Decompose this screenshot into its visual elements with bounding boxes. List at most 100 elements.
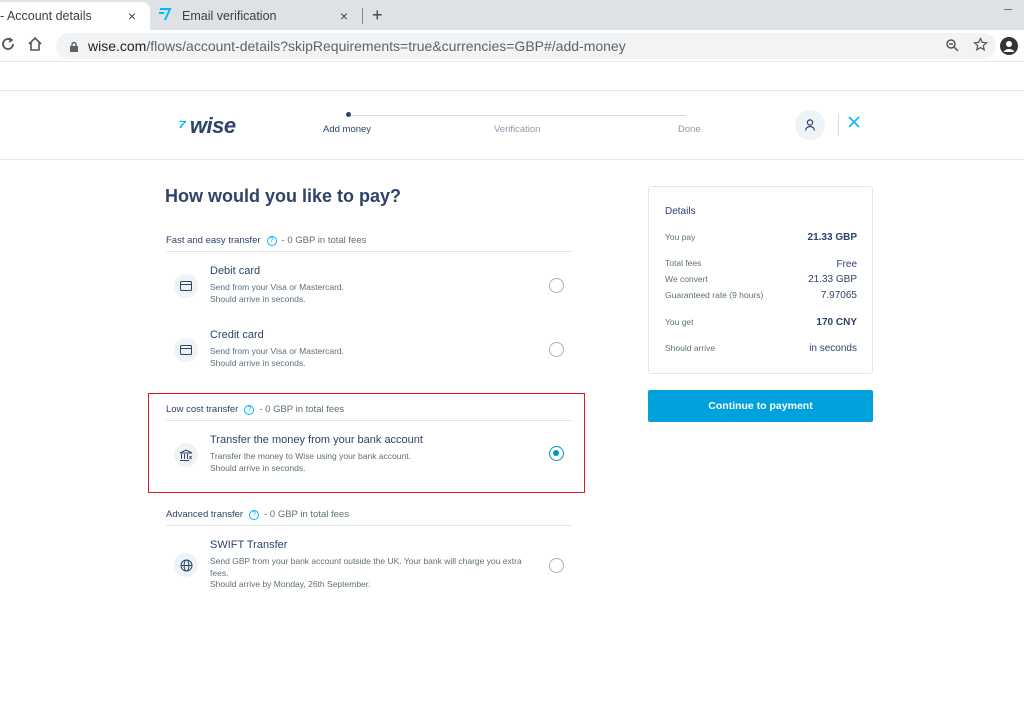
zoom-icon[interactable]	[945, 38, 959, 55]
option-description: Send from your Visa or Mastercard. Should…	[210, 282, 540, 305]
logo-text: wise	[189, 113, 236, 138]
detail-value: 170 CNY	[816, 317, 857, 328]
option-desc-line: Send GBP from your bank account outside …	[210, 556, 522, 578]
detail-label: We convert	[665, 274, 708, 284]
minimize-button[interactable]: –	[1004, 0, 1012, 16]
option-swift-transfer[interactable]: SWIFT Transfer Send GBP from your bank a…	[166, 536, 572, 598]
browser-tab-bar: - Account details × Email verification ×…	[0, 0, 1024, 30]
divider	[166, 420, 572, 421]
globe-icon	[174, 553, 198, 577]
option-desc-line: Send from your Visa or Mastercard.	[210, 282, 345, 292]
reload-icon[interactable]	[0, 36, 16, 57]
section-header-fast: Fast and easy transfer ? - 0 GBP in tota…	[166, 235, 366, 246]
tab-email-verification[interactable]: Email verification ×	[150, 2, 362, 30]
option-desc-line: Send from your Visa or Mastercard.	[210, 346, 345, 356]
browser-toolbar: wise.com/flows/account-details?skipRequi…	[0, 30, 1024, 62]
bank-icon	[174, 443, 198, 467]
detail-row-rate: Guaranteed rate (9 hours) 7.97065	[665, 290, 857, 301]
radio-debit-card[interactable]	[549, 278, 564, 293]
page-title: How would you like to pay?	[165, 186, 402, 206]
divider	[166, 251, 572, 252]
url-text: wise.com/flows/account-details?skipRequi…	[88, 38, 626, 54]
detail-value: Free	[836, 259, 857, 270]
option-title: SWIFT Transfer	[210, 539, 288, 551]
detail-value: 7.97065	[820, 290, 857, 301]
option-title: Debit card	[210, 265, 261, 277]
radio-swift-transfer[interactable]	[549, 558, 564, 573]
tab-separator	[362, 8, 363, 24]
option-bank-transfer[interactable]: Transfer the money from your bank accoun…	[166, 431, 572, 487]
continue-to-payment-button[interactable]: Continue to payment	[648, 390, 873, 422]
lock-icon	[68, 40, 80, 52]
option-desc-line: Transfer the money to Wise using your ba…	[210, 451, 411, 461]
active-step-dot	[346, 112, 351, 117]
option-description: Send GBP from your bank account outside …	[210, 556, 540, 591]
option-desc-line: Should arrive in seconds.	[210, 357, 306, 368]
option-desc-line: Should arrive in seconds.	[210, 462, 306, 473]
option-description: Transfer the money to Wise using your ba…	[210, 451, 540, 474]
profile-avatar-icon[interactable]	[1000, 37, 1018, 55]
section-fees: - 0 GBP in total fees	[264, 509, 349, 520]
stepper-line	[348, 115, 686, 116]
section-label: Advanced transfer	[166, 509, 244, 520]
detail-label: Should arrive	[665, 343, 716, 353]
new-tab-button[interactable]: +	[372, 5, 383, 26]
url-host: wise.com	[88, 38, 147, 54]
url-path: /flows/account-details?skipRequirements=…	[146, 38, 626, 54]
details-card: Details You pay 21.33 GBP Total fees Fre…	[648, 186, 873, 374]
option-credit-card[interactable]: Credit card Send from your Visa or Maste…	[166, 326, 572, 382]
wise-favicon-icon	[158, 7, 174, 25]
help-icon[interactable]: ?	[249, 509, 260, 520]
section-label: Fast and easy transfer	[166, 235, 261, 246]
step-done: Done	[678, 124, 701, 135]
card-icon	[174, 338, 198, 362]
tab-title: Email verification	[182, 9, 277, 23]
option-title: Credit card	[210, 329, 264, 341]
step-add-money: Add money	[323, 124, 372, 135]
close-flow-icon[interactable]	[848, 115, 860, 133]
option-debit-card[interactable]: Debit card Send from your Visa or Master…	[166, 262, 572, 318]
option-description: Send from your Visa or Mastercard. Should…	[210, 346, 540, 369]
person-icon	[804, 119, 816, 131]
address-bar[interactable]: wise.com/flows/account-details?skipRequi…	[56, 33, 996, 59]
detail-row-should-arrive: Should arrive in seconds	[665, 343, 857, 354]
section-fees: - 0 GBP in total fees	[281, 235, 367, 246]
section-fees: - 0 GBP in total fees	[259, 404, 345, 415]
tab-close-icon[interactable]: ×	[124, 8, 140, 24]
wise-flag-icon: ⁷	[178, 113, 186, 138]
tab-close-icon[interactable]: ×	[336, 8, 352, 24]
details-title: Details	[665, 206, 696, 217]
detail-value: in seconds	[809, 343, 857, 354]
detail-label: Total fees	[665, 258, 702, 268]
help-icon[interactable]: ?	[244, 404, 255, 415]
card-icon	[174, 274, 198, 298]
bookmark-star-icon[interactable]	[973, 37, 988, 55]
radio-bank-transfer[interactable]	[549, 446, 564, 461]
section-header-advanced: Advanced transfer ? - 0 GBP in total fee…	[166, 509, 349, 520]
detail-label: You pay	[665, 232, 696, 242]
header-divider	[838, 114, 839, 136]
wise-header: ⁷ wise Add money Verification Done	[0, 90, 1024, 160]
detail-label: Guaranteed rate (9 hours)	[665, 290, 764, 300]
detail-row-you-get: You get 170 CNY	[665, 317, 857, 328]
user-avatar[interactable]	[795, 110, 825, 140]
home-icon[interactable]	[26, 35, 44, 53]
help-icon[interactable]: ?	[266, 235, 277, 246]
section-label: Low cost transfer	[166, 404, 239, 415]
divider	[166, 525, 572, 526]
option-desc-line: Should arrive in seconds.	[210, 293, 306, 304]
wise-logo[interactable]: ⁷ wise	[178, 113, 236, 139]
detail-row-we-convert: We convert 21.33 GBP	[665, 274, 857, 285]
detail-label: You get	[665, 317, 694, 327]
option-title: Transfer the money from your bank accoun…	[210, 434, 423, 446]
detail-value: 21.33 GBP	[808, 274, 857, 285]
tab-title: - Account details	[0, 9, 92, 23]
tab-account-details[interactable]: - Account details ×	[0, 2, 150, 30]
radio-credit-card[interactable]	[549, 342, 564, 357]
section-header-low-cost: Low cost transfer ? - 0 GBP in total fee…	[166, 404, 344, 415]
option-desc-line: Should arrive by Monday, 26th September.	[210, 579, 371, 589]
step-verification: Verification	[494, 124, 541, 135]
detail-value: 21.33 GBP	[807, 232, 857, 243]
detail-row-total-fees: Total fees Free	[665, 258, 857, 270]
detail-row-you-pay: You pay 21.33 GBP	[665, 232, 857, 243]
